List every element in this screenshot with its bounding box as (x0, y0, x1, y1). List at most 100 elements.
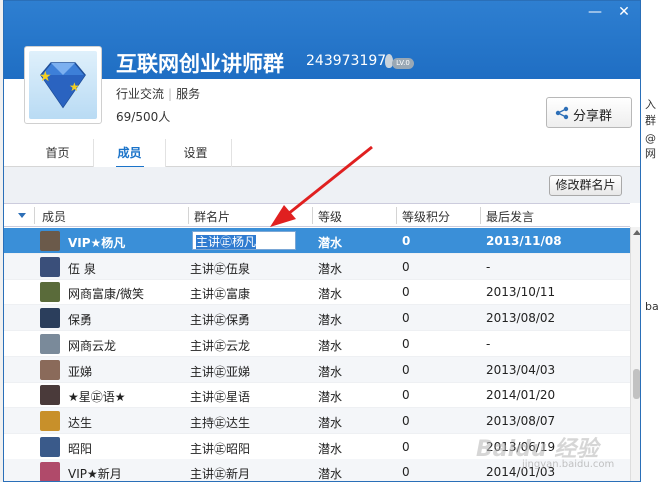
member-name: ★星㊣语★ (68, 390, 126, 405)
member-card: 主讲㊣富康 (190, 287, 251, 302)
member-count: 69/500人 (116, 110, 171, 124)
member-name: 保勇 (68, 313, 93, 328)
member-points: 0 (402, 234, 411, 248)
tab-members[interactable]: 成员 (94, 139, 166, 168)
sort-down-icon[interactable] (18, 213, 26, 218)
member-avatar[interactable] (40, 282, 60, 303)
member-points: 0 (402, 311, 410, 326)
member-last-post: 2013/04/03 (486, 362, 556, 377)
vertical-scrollbar[interactable] (630, 227, 640, 481)
member-points: 0 (402, 336, 410, 351)
tab-home[interactable]: 首页 (22, 139, 94, 167)
share-label: 分享群 (573, 109, 613, 124)
bg-text-2: @网 (645, 132, 656, 160)
level-badge: LV.0 (392, 58, 414, 69)
member-card: 主讲㊣昭阳 (190, 441, 251, 456)
member-name: 昭阳 (68, 441, 93, 456)
close-button[interactable]: ✕ (611, 3, 637, 21)
group-window: — ✕ 互联网创业讲师群 243973197 LV.0 ★ ★ 行业交流 | 服务 … (3, 0, 641, 482)
member-card: 主讲㊣云龙 (190, 338, 251, 353)
member-points: 0 (402, 259, 410, 274)
member-avatar[interactable] (40, 256, 60, 277)
member-level: 潜水 (318, 364, 343, 379)
table-row[interactable]: 达生 主持㊣达生 潜水 0 2013/08/07 (4, 407, 630, 434)
member-avatar[interactable] (40, 231, 60, 251)
member-card: 主讲㊣新月 (190, 467, 251, 482)
table-row[interactable]: VIP★杨凡 主讲㊣杨凡 潜水 0 2013/11/08 (4, 228, 630, 254)
member-name: 伍 泉 (68, 261, 96, 276)
member-level: 潜水 (318, 287, 343, 302)
member-points: 0 (402, 388, 410, 403)
member-level: 潜水 (318, 338, 343, 353)
scroll-thumb[interactable] (633, 369, 640, 399)
table-row[interactable]: 亚娣 主讲㊣亚娣 潜水 0 2013/04/03 (4, 356, 630, 383)
category-industry[interactable]: 行业交流 (116, 87, 164, 101)
member-card: 主持㊣达生 (190, 415, 251, 430)
scroll-up-icon[interactable] (633, 230, 640, 235)
member-last-post: 2013/11/08 (486, 234, 562, 248)
member-avatar[interactable] (40, 410, 60, 431)
svg-text:★: ★ (39, 69, 52, 85)
table-header: 成员 群名片 等级 等级积分 最后发言 (4, 203, 630, 227)
bg-text-1: 入群 (645, 98, 656, 127)
member-name: VIP★杨凡 (68, 236, 126, 250)
member-avatar[interactable] (40, 385, 60, 406)
table-row[interactable]: 保勇 主讲㊣保勇 潜水 0 2013/08/02 (4, 305, 630, 332)
group-categories: 行业交流 | 服务 (116, 87, 201, 101)
group-avatar[interactable]: ★ ★ (24, 46, 102, 124)
member-name: 网商云龙 (68, 338, 117, 353)
member-points: 0 (402, 413, 410, 428)
member-last-post: - (486, 336, 491, 351)
col-level[interactable]: 等级 (318, 208, 342, 225)
member-level: 潜水 (318, 236, 343, 250)
table-row[interactable]: 网商富康/微笑 主讲㊣富康 潜水 0 2013/10/11 (4, 279, 630, 306)
col-divider (480, 207, 481, 224)
svg-text:★: ★ (69, 80, 80, 94)
share-icon (555, 106, 569, 120)
table-row[interactable]: 伍 泉 主讲㊣伍泉 潜水 0 - (4, 253, 630, 280)
member-level: 潜水 (318, 261, 343, 276)
member-last-post: 2013/08/02 (486, 311, 556, 326)
diamond-icon: ★ ★ (29, 51, 97, 119)
minimize-button[interactable]: — (582, 3, 608, 21)
member-name: VIP★新月 (68, 467, 122, 482)
member-last-post: 2014/01/20 (486, 388, 556, 403)
member-points: 0 (402, 362, 410, 377)
table-row[interactable]: 网商云龙 主讲㊣云龙 潜水 0 - (4, 331, 630, 357)
modify-card-button[interactable]: 修改群名片 (549, 175, 622, 196)
col-points[interactable]: 等级积分 (402, 208, 450, 225)
col-card[interactable]: 群名片 (194, 208, 230, 225)
col-divider (188, 207, 189, 224)
member-points: 0 (402, 439, 410, 454)
table-row[interactable]: ★星㊣语★ 主讲㊣星语 潜水 0 2014/01/20 (4, 382, 630, 409)
member-level: 潜水 (318, 390, 343, 405)
member-level: 潜水 (318, 467, 343, 482)
member-avatar[interactable] (40, 359, 60, 380)
member-points: 0 (402, 465, 410, 480)
col-divider (34, 207, 35, 224)
tab-settings[interactable]: 设置 (160, 139, 232, 167)
share-group-button[interactable]: 分享群 (546, 97, 632, 128)
member-name: 网商富康/微笑 (68, 287, 145, 302)
member-points: 0 (402, 285, 410, 300)
col-last-post[interactable]: 最后发言 (486, 208, 534, 225)
member-card: 主讲㊣保勇 (190, 313, 251, 328)
background-window: 入群 @网 ba (640, 0, 658, 482)
tab-bar: 首页 成员 设置 (4, 139, 640, 168)
watermark-url: jingyan.baidu.com (522, 459, 615, 470)
member-last-post: 2013/10/11 (486, 285, 556, 300)
group-name: 互联网创业讲师群 (116, 52, 284, 76)
col-divider (396, 207, 397, 224)
card-edit-value: 主讲㊣杨凡 (196, 235, 257, 249)
member-card: 主讲㊣星语 (190, 390, 251, 405)
category-service[interactable]: 服务 (176, 87, 200, 101)
col-member[interactable]: 成员 (42, 208, 66, 225)
bg-text-3: ba (645, 300, 658, 313)
member-avatar[interactable] (40, 436, 60, 457)
member-avatar[interactable] (40, 333, 60, 354)
member-card: 主讲㊣伍泉 (190, 261, 251, 276)
card-edit-input[interactable]: 主讲㊣杨凡 (192, 231, 296, 250)
member-avatar[interactable] (40, 462, 60, 481)
toolbar (4, 167, 640, 203)
member-avatar[interactable] (40, 308, 60, 329)
